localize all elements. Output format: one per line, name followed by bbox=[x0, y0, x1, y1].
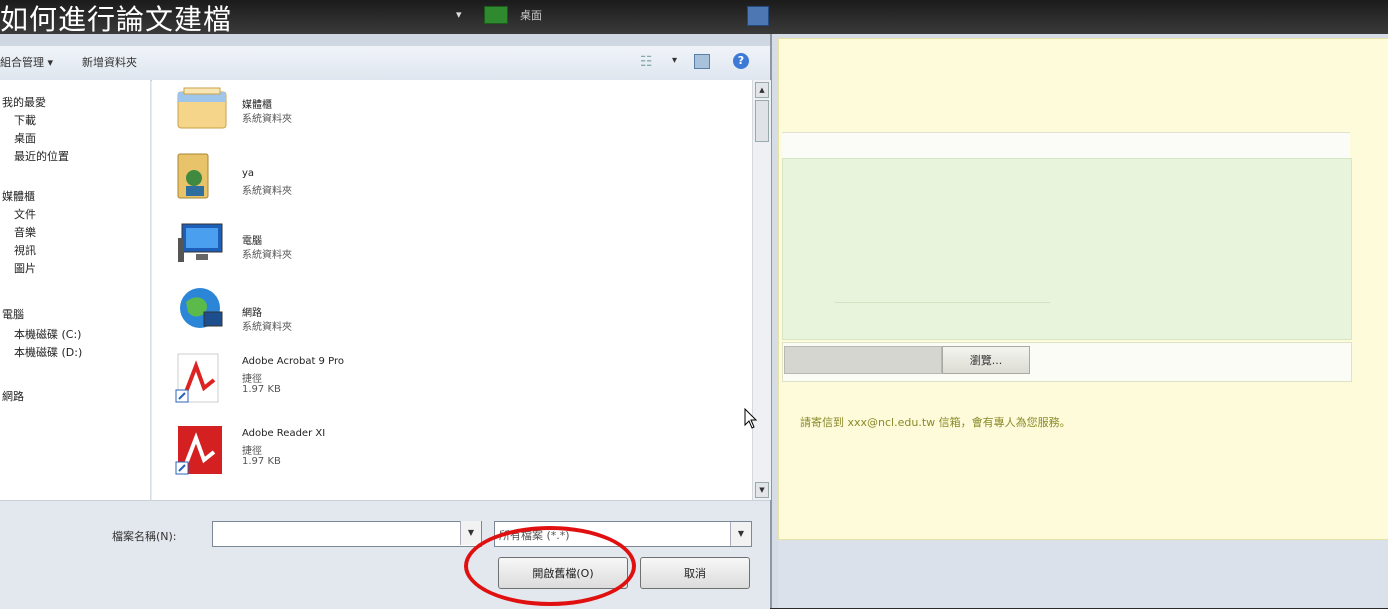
file-type: 捷徑 bbox=[242, 374, 262, 385]
nav-item[interactable]: 音樂 bbox=[14, 224, 36, 240]
contact-notice: 請寄信到 xxx@ncl.edu.tw 信箱，會有專人為您服務。 bbox=[800, 416, 1071, 429]
address-folder-icon bbox=[484, 6, 508, 24]
filename-label: 檔案名稱(N): bbox=[112, 530, 177, 543]
file-type: 系統資料夾 bbox=[242, 250, 292, 261]
file-name: 電腦 bbox=[242, 236, 262, 247]
preview-pane-icon[interactable] bbox=[694, 54, 710, 69]
file-item-computer[interactable]: 電腦 系統資料夾 bbox=[174, 216, 474, 276]
nav-item[interactable]: 文件 bbox=[14, 206, 36, 222]
scroll-thumb[interactable] bbox=[755, 100, 769, 142]
mouse-cursor-icon bbox=[744, 408, 758, 429]
nav-item[interactable]: 桌面 bbox=[14, 130, 36, 146]
file-path-input[interactable] bbox=[784, 346, 942, 374]
file-name: 網路 bbox=[242, 308, 262, 319]
new-folder-button[interactable]: 新增資料夾 bbox=[82, 54, 137, 70]
nav-item[interactable]: 本機磁碟 (D:) bbox=[14, 344, 82, 360]
browse-button[interactable]: 瀏覽... bbox=[942, 346, 1030, 374]
address-dropdown[interactable]: ▾ bbox=[456, 8, 462, 21]
open-file-dialog: 組合管理 ▾ 新增資料夾 ☷ ▾ ? 我的最愛 下載 桌面 最近的位置 媒體櫃 文件 音樂視… bbox=[0, 34, 772, 609]
video-caption: 如何進行論文建檔 bbox=[0, 3, 233, 36]
file-size: 1.97 KB bbox=[242, 456, 281, 467]
nav-item[interactable]: 網路 bbox=[2, 388, 24, 404]
file-item-acrobat[interactable]: Adobe Acrobat 9 Pro 捷徑 1.97 KB bbox=[174, 352, 474, 418]
form-divider bbox=[835, 302, 1050, 303]
file-type: 系統資料夾 bbox=[242, 114, 292, 125]
file-type: 系統資料夾 bbox=[242, 186, 292, 197]
nav-item[interactable]: 本機磁碟 (C:) bbox=[14, 326, 81, 342]
dialog-bottom-bar: 檔案名稱(N): ▼ 所有檔案 (*.*) ▼ 開啟舊檔(O) 取消 bbox=[0, 500, 770, 609]
navigation-pane: 我的最愛下載桌面最近的位置媒體櫃文件音樂視訊圖片電腦本機磁碟 (C:) 本機磁碟 … bbox=[0, 80, 151, 500]
file-item-user[interactable]: ya 系統資料夾 bbox=[174, 150, 474, 210]
form-header-strip bbox=[782, 132, 1350, 159]
file-name: Adobe Reader XI bbox=[242, 428, 326, 439]
nav-item[interactable]: 電腦 bbox=[2, 306, 24, 322]
file-name: ya bbox=[242, 168, 255, 179]
acrobat-shortcut-icon bbox=[175, 353, 219, 403]
file-name: Adobe Acrobat 9 Pro bbox=[242, 356, 344, 367]
scroll-up-arrow[interactable]: ▲ bbox=[755, 82, 769, 98]
nav-item[interactable]: 圖片 bbox=[14, 260, 36, 276]
user-folder-icon bbox=[177, 153, 209, 199]
file-name: 媒體櫃 bbox=[242, 100, 272, 111]
view-dropdown[interactable]: ▾ bbox=[672, 55, 677, 66]
nav-item[interactable]: 我的最愛 bbox=[2, 94, 46, 110]
refresh-icon[interactable] bbox=[747, 6, 769, 26]
form-content-box bbox=[782, 158, 1352, 340]
library-folder-icon bbox=[177, 87, 227, 129]
help-icon[interactable]: ? bbox=[733, 53, 749, 69]
nav-item[interactable]: 視訊 bbox=[14, 242, 36, 258]
page-footer-bar bbox=[778, 540, 1388, 608]
file-type: 捷徑 bbox=[242, 446, 262, 457]
file-item-network[interactable]: 網路 系統資料夾 bbox=[174, 284, 474, 344]
view-options-icon[interactable]: ☷ bbox=[640, 54, 653, 70]
network-globe-icon bbox=[180, 288, 223, 328]
dialog-toolbar: 組合管理 ▾ 新增資料夾 ☷ ▾ ? bbox=[0, 46, 770, 81]
nav-item[interactable]: 下載 bbox=[14, 112, 36, 128]
reader-shortcut-icon bbox=[175, 426, 222, 475]
file-item-library[interactable]: 媒體櫃 系統資料夾 bbox=[174, 82, 474, 142]
filename-input[interactable] bbox=[212, 521, 482, 547]
file-item-reader[interactable]: Adobe Reader XI 捷徑 1.97 KB bbox=[174, 424, 474, 490]
filename-dropdown-arrow[interactable]: ▼ bbox=[460, 521, 481, 545]
computer-icon bbox=[178, 223, 223, 262]
address-location[interactable]: 桌面 bbox=[520, 7, 542, 23]
filetype-dropdown-arrow[interactable]: ▼ bbox=[730, 522, 751, 546]
file-list-scrollbar[interactable]: ▲ ▼ bbox=[752, 80, 771, 500]
file-size: 1.97 KB bbox=[242, 384, 281, 395]
file-list: 媒體櫃 系統資料夾 ya 系統資料夾 電腦 系統資料夾 網路 系統資料夾 Ado… bbox=[152, 80, 752, 500]
organize-menu[interactable]: 組合管理 ▾ bbox=[0, 54, 53, 70]
scroll-down-arrow[interactable]: ▼ bbox=[755, 482, 769, 498]
nav-item[interactable]: 媒體櫃 bbox=[2, 188, 35, 204]
nav-item[interactable]: 最近的位置 bbox=[14, 148, 69, 164]
highlight-circle bbox=[464, 526, 636, 606]
file-type: 系統資料夾 bbox=[242, 322, 292, 333]
cancel-button[interactable]: 取消 bbox=[640, 557, 750, 589]
